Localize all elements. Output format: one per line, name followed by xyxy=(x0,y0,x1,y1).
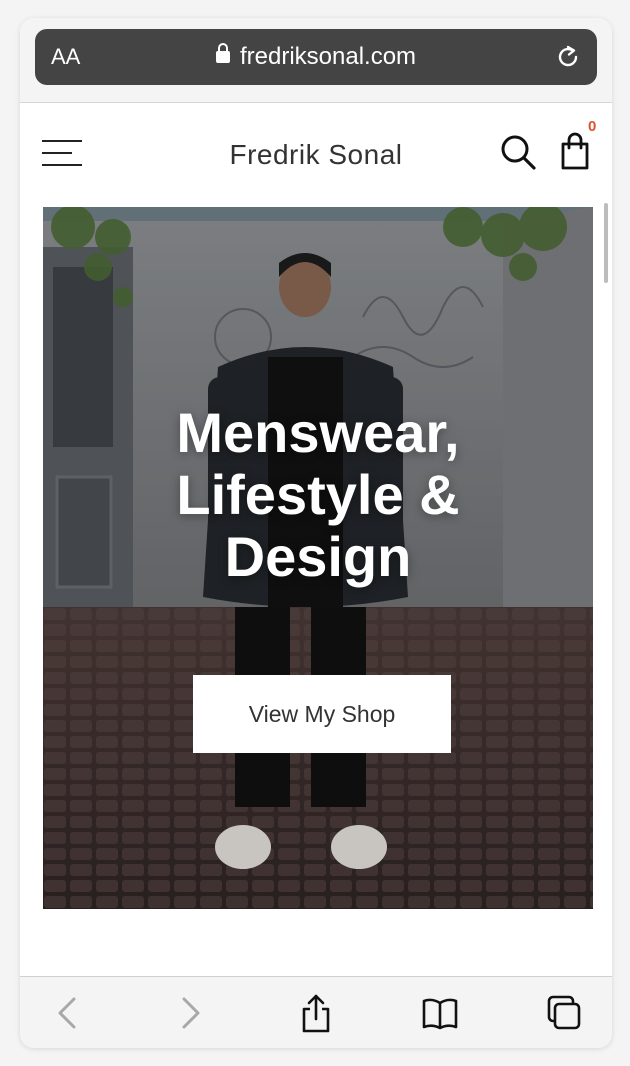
address-bar[interactable]: AA fredriksonal.com xyxy=(35,29,597,85)
view-shop-button[interactable]: View My Shop xyxy=(193,675,451,753)
hero-banner: Menswear, Lifestyle & Design View My Sho… xyxy=(43,207,593,909)
lock-icon xyxy=(215,43,230,63)
hero-heading-line-1: Menswear, xyxy=(176,401,460,464)
browser-frame: AA fredriksonal.com Fredrik Sonal 0 Mens… xyxy=(20,18,612,1048)
scrollbar[interactable] xyxy=(604,203,608,283)
back-icon[interactable] xyxy=(50,993,86,1033)
search-icon[interactable] xyxy=(498,132,538,172)
shopping-bag-icon[interactable] xyxy=(558,131,592,171)
share-icon[interactable] xyxy=(298,993,334,1033)
url-text: fredriksonal.com xyxy=(239,43,417,70)
browser-bottom-toolbar xyxy=(20,976,612,1048)
forward-icon[interactable] xyxy=(172,993,208,1033)
hero-heading-line-2: Lifestyle & xyxy=(176,463,460,526)
browser-top-bar: AA fredriksonal.com xyxy=(20,18,612,103)
site-header: Fredrik Sonal 0 xyxy=(20,103,612,283)
cart-count-badge: 0 xyxy=(588,118,597,135)
tabs-icon[interactable] xyxy=(546,993,582,1033)
bookmarks-icon[interactable] xyxy=(422,993,458,1033)
reload-icon[interactable] xyxy=(553,42,583,72)
hero-heading-line-3: Design xyxy=(224,525,412,588)
hero-heading: Menswear, Lifestyle & Design xyxy=(43,402,593,588)
url-display[interactable]: fredriksonal.com xyxy=(35,43,597,71)
